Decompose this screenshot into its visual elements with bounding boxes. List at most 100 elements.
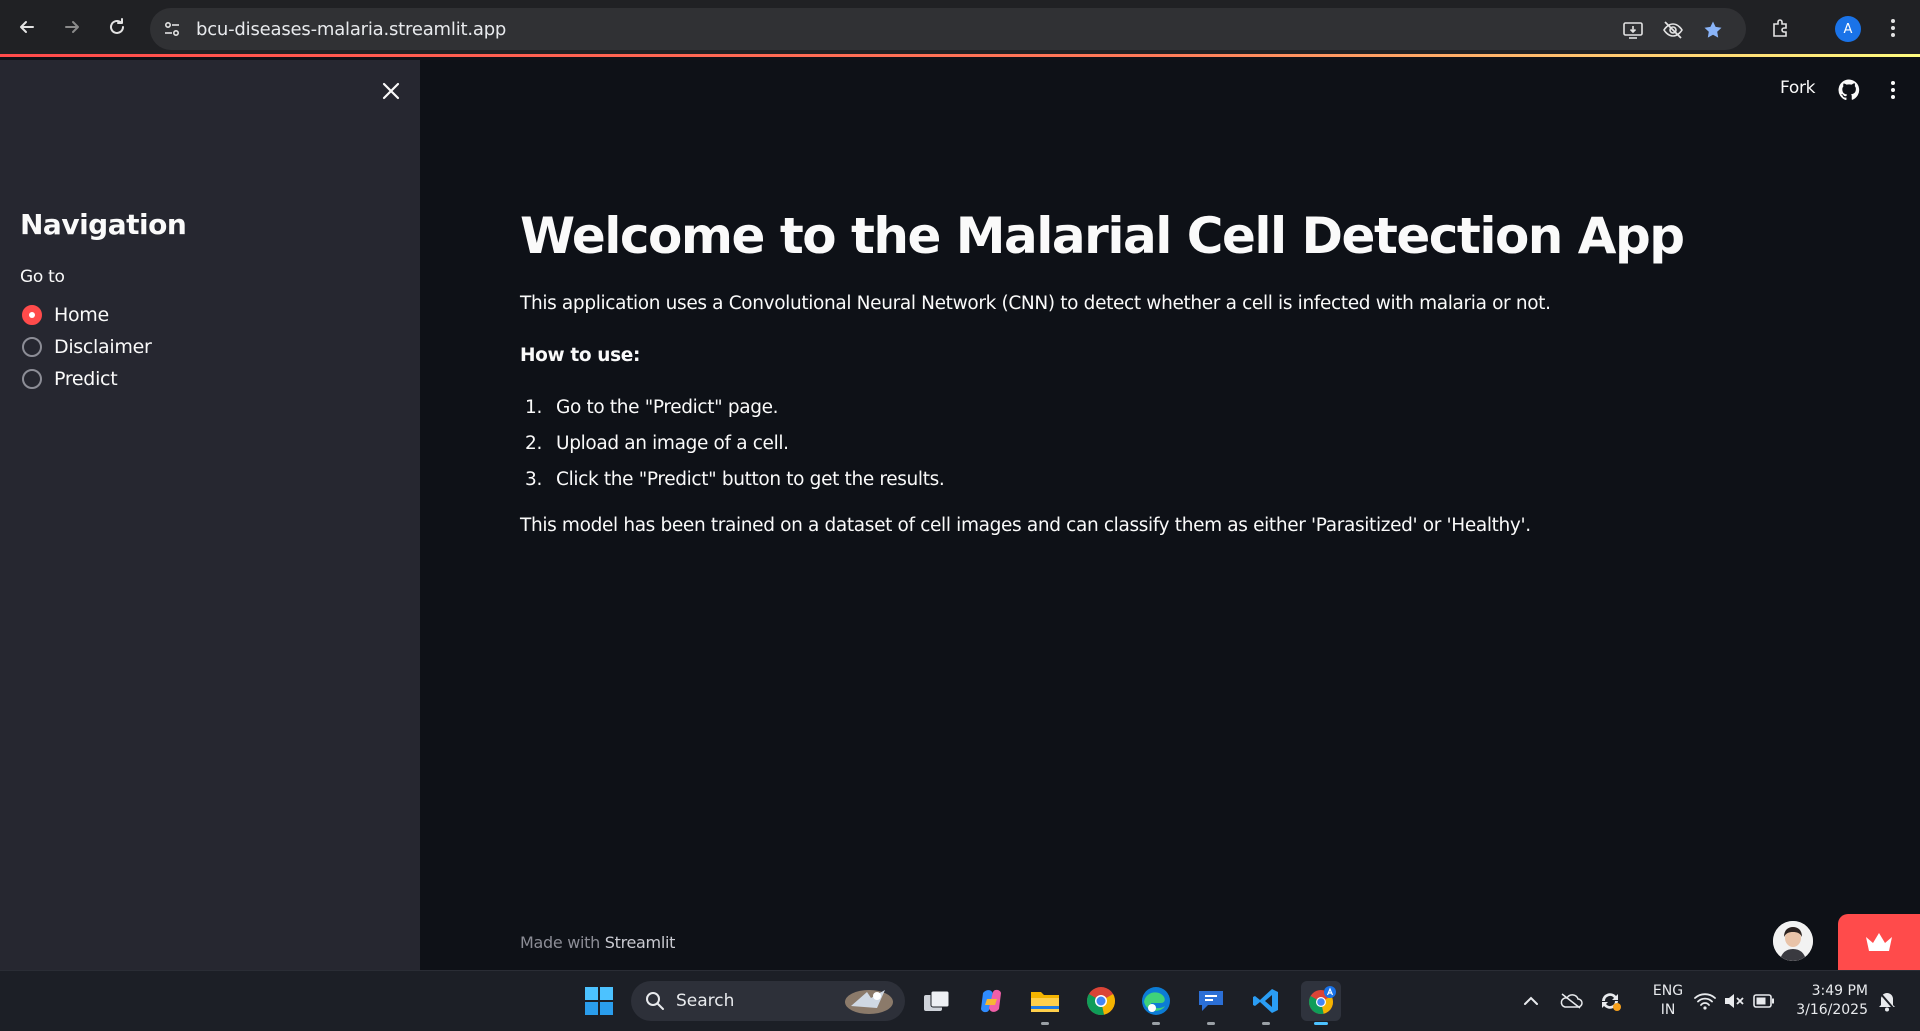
- sidebar-title: Navigation: [20, 208, 187, 241]
- reload-button[interactable]: [104, 14, 130, 40]
- bookmark-button[interactable]: [1700, 17, 1726, 43]
- github-button[interactable]: [1836, 77, 1862, 103]
- list-item: 3. Click the "Predict" button to get the…: [520, 466, 1820, 494]
- collapse-sidebar-button[interactable]: [378, 78, 404, 104]
- language-indicator[interactable]: ENG IN: [1643, 982, 1693, 1020]
- crown-icon: [1866, 933, 1892, 951]
- copilot-icon: [981, 989, 1001, 1013]
- github-icon: [1838, 79, 1860, 101]
- footer: Made with Streamlit: [520, 933, 675, 952]
- tracking-protection-button[interactable]: [1660, 17, 1686, 43]
- task-view-icon: [924, 990, 950, 1011]
- list-number: 1.: [525, 397, 542, 418]
- forward-button[interactable]: [59, 14, 85, 40]
- show-hidden-icons-button[interactable]: [1519, 989, 1543, 1013]
- fork-button[interactable]: Fork: [1780, 78, 1816, 98]
- wifi-icon: [1694, 993, 1716, 1010]
- more-vertical-icon: [1891, 19, 1895, 37]
- intro-paragraph: This application uses a Convolutional Ne…: [520, 293, 1551, 314]
- profile-avatar[interactable]: A: [1835, 16, 1861, 42]
- clock-date: 3/16/2025: [1796, 1002, 1868, 1018]
- browser-toolbar: bcu-diseases-malaria.streamlit.app A: [0, 0, 1920, 57]
- radio-option-predict[interactable]: Predict: [22, 365, 118, 393]
- site-info-button[interactable]: [160, 17, 184, 41]
- taskbar-search[interactable]: Search: [631, 981, 905, 1021]
- footer-prefix: Made with: [520, 933, 605, 952]
- running-indicator: [1152, 1022, 1160, 1025]
- arrow-left-icon: [20, 21, 34, 33]
- start-button[interactable]: [579, 981, 619, 1021]
- edge-icon: [1142, 987, 1170, 1015]
- user-photo-icon: [1773, 921, 1813, 961]
- sync-icon: [1602, 993, 1621, 1011]
- taskbar-vscode[interactable]: [1246, 981, 1286, 1025]
- more-vertical-icon: [1891, 81, 1895, 99]
- list-item-text: Upload an image of a cell.: [556, 433, 789, 454]
- install-app-button[interactable]: [1620, 17, 1646, 43]
- radio-selected-icon[interactable]: [22, 305, 42, 325]
- eye-off-icon: [1663, 21, 1683, 39]
- url-text[interactable]: bcu-diseases-malaria.streamlit.app: [196, 19, 506, 40]
- radio-option-home[interactable]: Home: [22, 301, 109, 329]
- sidebar: Navigation Go to Home Disclaimer Predict: [0, 60, 420, 970]
- star-icon: [1704, 21, 1722, 38]
- list-item: 1. Go to the "Predict" page.: [520, 394, 1820, 422]
- onedrive-button[interactable]: [1559, 989, 1583, 1013]
- list-item-text: Go to the "Predict" page.: [556, 397, 779, 418]
- back-button[interactable]: [14, 14, 40, 40]
- taskbar-chrome-profile[interactable]: [1301, 981, 1341, 1025]
- taskbar-chrome[interactable]: [1081, 981, 1121, 1021]
- avatar[interactable]: [1773, 921, 1813, 961]
- extensions-button[interactable]: [1768, 15, 1794, 41]
- app-menu-button[interactable]: [1880, 77, 1906, 103]
- list-number: 3.: [525, 469, 542, 490]
- volume-muted-icon: [1725, 994, 1744, 1008]
- radio-unselected-icon[interactable]: [22, 369, 42, 389]
- streamlit-header-decoration: [0, 54, 1920, 57]
- chrome-menu-button[interactable]: [1880, 15, 1906, 41]
- streamlit-link[interactable]: Streamlit: [605, 933, 676, 952]
- notifications-button[interactable]: [1875, 989, 1899, 1013]
- tune-icon: [164, 21, 180, 37]
- list-item: 2. Upload an image of a cell.: [520, 430, 1820, 458]
- manage-app-button[interactable]: [1838, 914, 1920, 970]
- battery-button[interactable]: [1752, 989, 1776, 1013]
- search-label: Search: [676, 991, 735, 1011]
- radio-option-label: Home: [54, 304, 109, 326]
- arrow-right-icon: [65, 21, 79, 33]
- chrome-icon: [1087, 987, 1115, 1016]
- cloud-off-icon: [1560, 993, 1583, 1009]
- clock-time: 3:49 PM: [1811, 983, 1868, 999]
- taskbar-copilot[interactable]: [971, 981, 1011, 1021]
- radio-option-label: Disclaimer: [54, 336, 152, 358]
- active-indicator: [1314, 1022, 1328, 1025]
- vscode-icon: [1253, 989, 1278, 1013]
- taskbar: Search ENG IN 3:49 PM 3/16/2025: [0, 970, 1920, 1031]
- sync-status-button[interactable]: [1598, 989, 1622, 1013]
- clock[interactable]: 3:49 PM 3/16/2025: [1778, 982, 1868, 1020]
- search-icon: [646, 992, 664, 1010]
- battery-icon: [1753, 994, 1774, 1008]
- taskbar-task-view[interactable]: [917, 981, 957, 1021]
- reload-icon: [110, 18, 124, 34]
- taskbar-file-explorer[interactable]: [1025, 981, 1065, 1025]
- taskbar-chat-app[interactable]: [1191, 981, 1231, 1025]
- radio-option-label: Predict: [54, 368, 118, 390]
- howto-heading: How to use:: [520, 345, 640, 366]
- bell-icon: [1879, 992, 1895, 1012]
- close-icon: [382, 82, 400, 100]
- main-content: Welcome to the Malarial Cell Detection A…: [520, 200, 1820, 540]
- page-title: Welcome to the Malarial Cell Detection A…: [520, 207, 1685, 265]
- volume-button[interactable]: [1722, 989, 1746, 1013]
- wifi-button[interactable]: [1693, 989, 1717, 1013]
- running-indicator: [1041, 1022, 1049, 1025]
- running-indicator: [1207, 1022, 1215, 1025]
- radio-unselected-icon[interactable]: [22, 337, 42, 357]
- chat-icon: [1199, 991, 1223, 1011]
- chrome-profile-icon: [1309, 986, 1336, 1014]
- radio-option-disclaimer[interactable]: Disclaimer: [22, 333, 152, 361]
- address-bar[interactable]: bcu-diseases-malaria.streamlit.app: [150, 8, 1746, 50]
- region-code: IN: [1660, 1002, 1676, 1018]
- taskbar-edge[interactable]: [1136, 981, 1176, 1025]
- list-item-text: Click the "Predict" button to get the re…: [556, 469, 945, 490]
